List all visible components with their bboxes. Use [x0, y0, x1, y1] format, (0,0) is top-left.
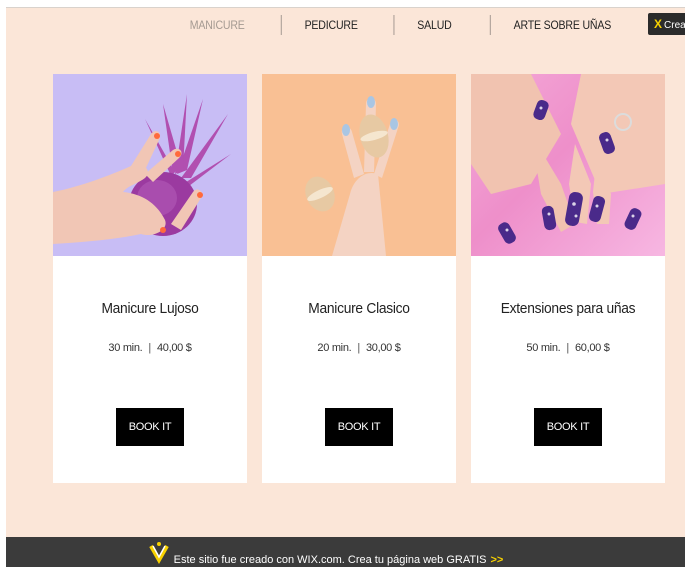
service-price: 40,00 $ [156, 342, 192, 354]
service-title: Manicure Lujoso [101, 300, 199, 317]
service-price: 30,00 $ [365, 342, 401, 354]
service-card: Extensiones para uñas 50 min. | 60,00 $ BO… [471, 74, 665, 483]
service-image-extensiones [471, 74, 665, 256]
book-it-button[interactable]: BOOK IT [116, 408, 184, 446]
main-nav: MANICURE PEDICURE SALUD ARTE SOBRE UÑAS [160, 14, 644, 36]
footer-text: Este sitio fue creado con WIX.com. Crea … [173, 554, 487, 566]
footer-content: Este sitio fue creado con WIX.com. Crea … [148, 540, 504, 566]
book-it-button[interactable]: BOOK IT [325, 408, 393, 446]
book-it-button[interactable]: BOOK IT [534, 408, 602, 446]
service-image-manicure-clasico [262, 74, 456, 256]
service-title: Extensiones para uñas [500, 300, 636, 317]
nav-item-pedicure[interactable]: PEDICURE [281, 15, 381, 35]
service-cards: Manicure Lujoso 30 min. | 40,00 $ BOOK IT [53, 74, 665, 483]
meta-separator: | [357, 342, 360, 354]
nav-item-manicure[interactable]: MANICURE [167, 15, 268, 35]
meta-separator: | [148, 342, 151, 354]
wix-tag-label: Crea [664, 20, 685, 31]
service-card: Manicure Clasico 20 min. | 30,00 $ BOOK IT [262, 74, 456, 483]
wix-logo-icon [148, 542, 169, 565]
meta-separator: | [566, 342, 569, 354]
hand-pineapple-illustration [53, 94, 231, 244]
hands-nail-art-illustration [471, 74, 665, 244]
wix-footer-banner[interactable]: Este sitio fue creado con WIX.com. Crea … [6, 537, 685, 567]
nav-item-arte-sobre-unas[interactable]: ARTE SOBRE UÑAS [489, 15, 634, 35]
service-card: Manicure Lujoso 30 min. | 40,00 $ BOOK IT [53, 74, 247, 483]
service-title: Manicure Clasico [308, 300, 410, 317]
service-meta: 30 min. | 40,00 $ [53, 342, 247, 354]
wix-create-tag[interactable]: X Crea [648, 13, 685, 35]
wix-x-icon: X [654, 17, 663, 31]
hand-macaron-illustration [305, 96, 399, 256]
service-meta: 20 min. | 30,00 $ [262, 342, 456, 354]
service-duration: 50 min. [526, 342, 561, 354]
service-image-manicure-lujoso [53, 74, 247, 256]
service-duration: 30 min. [108, 342, 143, 354]
service-duration: 20 min. [317, 342, 352, 354]
footer-arrows: >> [490, 554, 504, 566]
service-meta: 50 min. | 60,00 $ [471, 342, 665, 354]
nav-item-salud[interactable]: SALUD [393, 15, 474, 35]
service-price: 60,00 $ [574, 342, 610, 354]
